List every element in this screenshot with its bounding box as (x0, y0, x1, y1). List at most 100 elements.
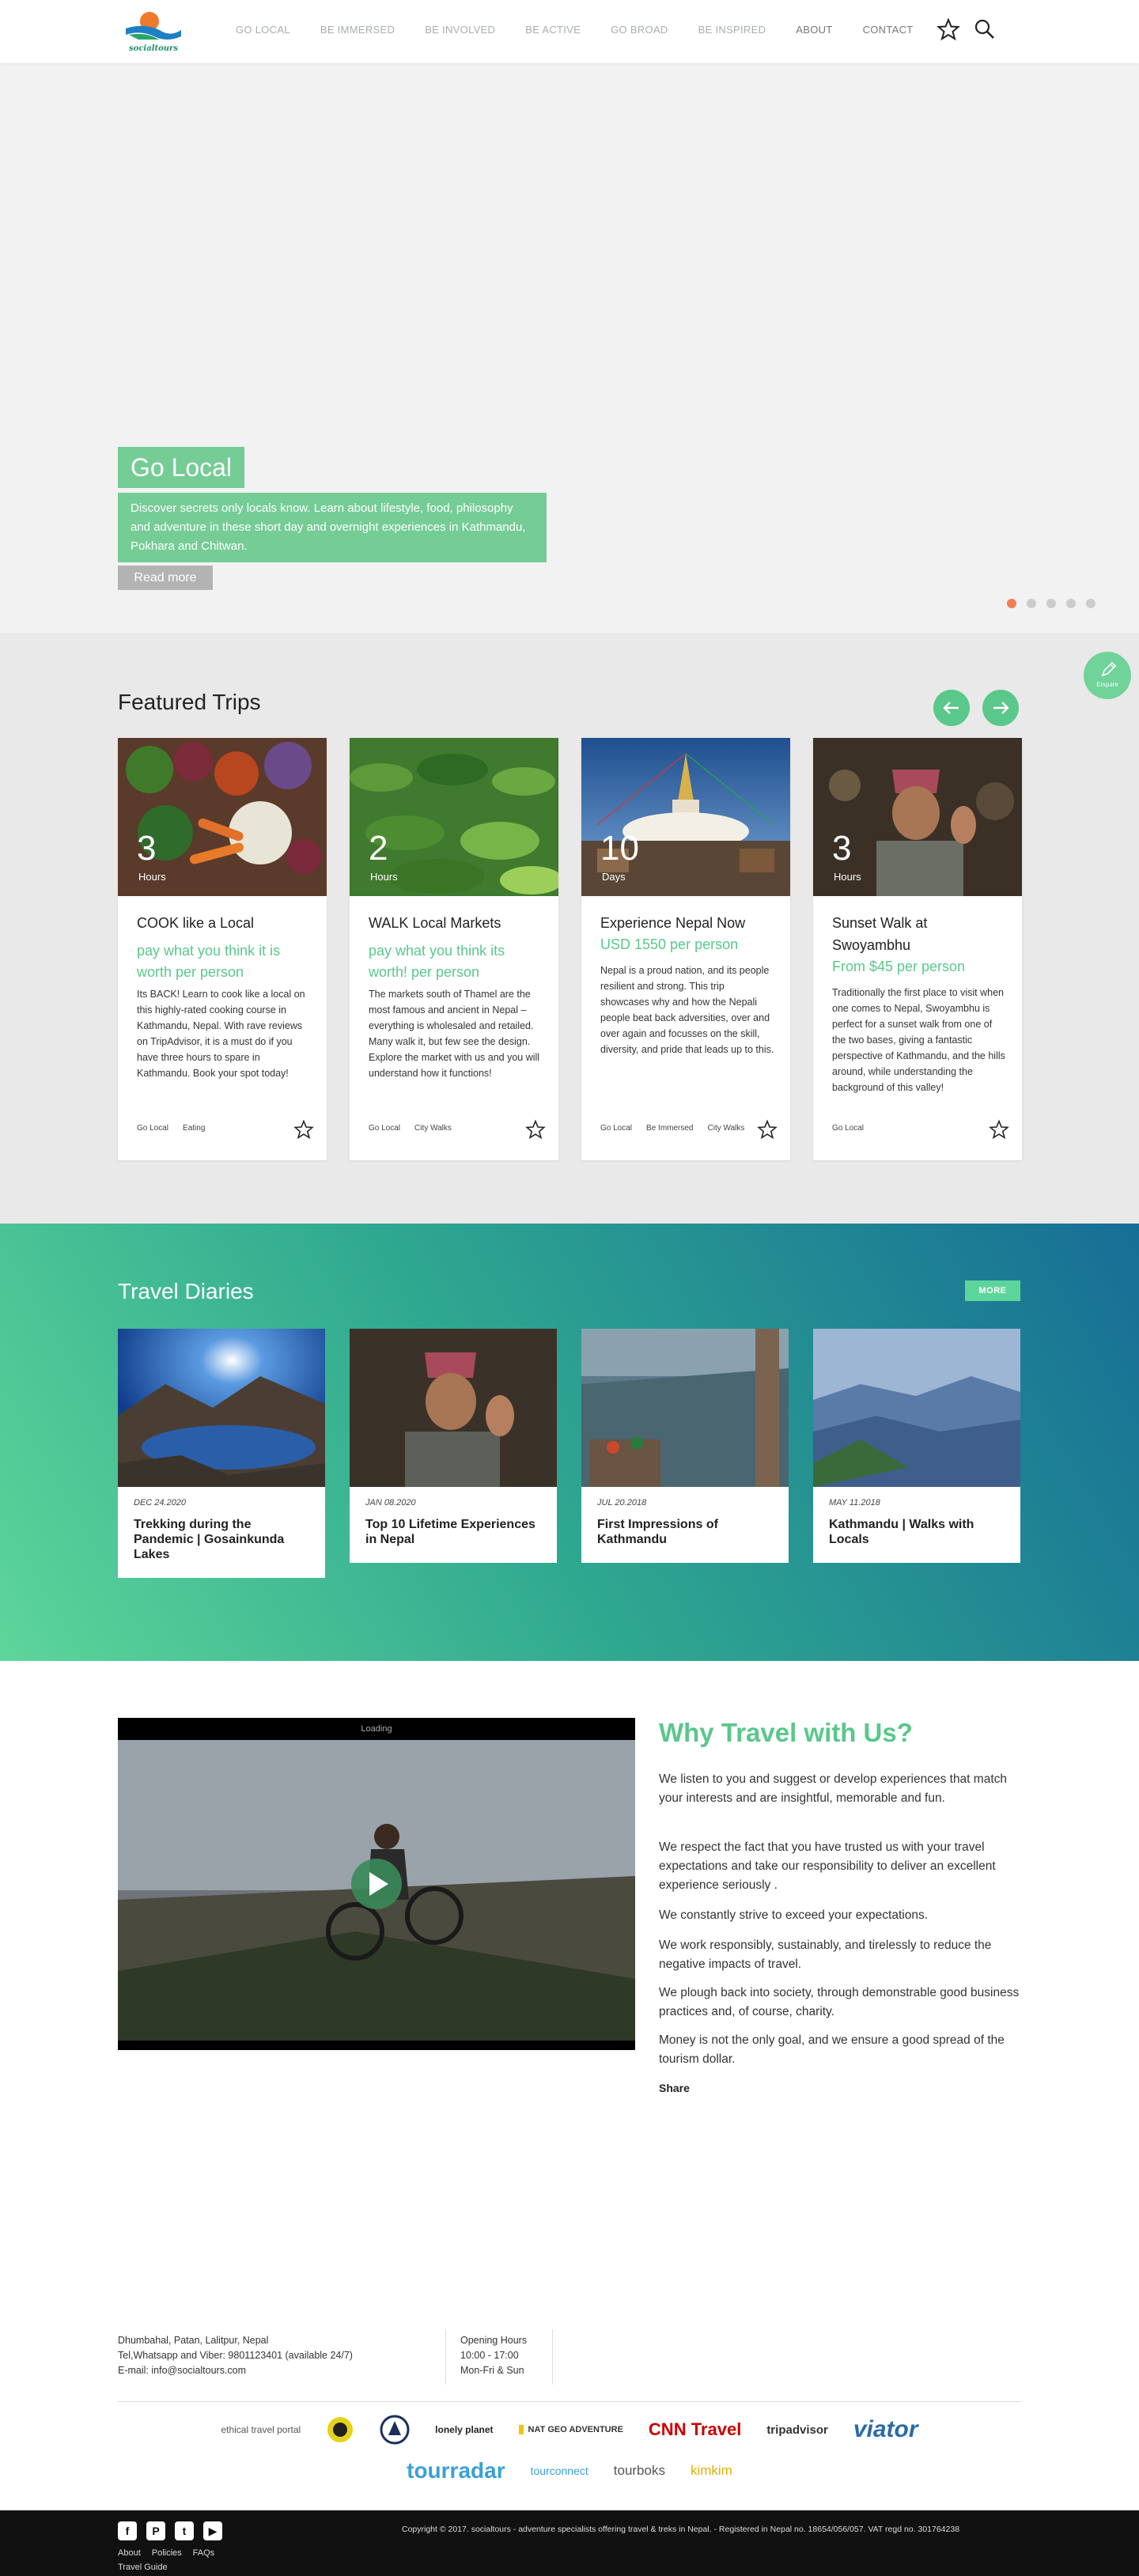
trip-description: Its BACK! Learn to cook like a local on … (137, 989, 305, 1079)
footer-phone: Tel,Whatsapp and Viber: 9801123401 (avai… (118, 2350, 353, 2361)
facebook-icon[interactable]: f (118, 2521, 137, 2540)
youtube-icon[interactable]: ▶ (203, 2521, 222, 2540)
video-frame-cyclist (118, 1740, 635, 2041)
partner-kimkim[interactable]: kimkim (691, 2463, 732, 2479)
trip-description: Traditionally the first place to visit w… (832, 987, 1005, 1093)
partner-viator[interactable]: viator (853, 2416, 918, 2443)
partner-lonely-planet[interactable]: lonely planet (435, 2424, 493, 2435)
trip-title[interactable]: Sunset Walk at Swoyambhu (832, 912, 1006, 956)
trip-description: Nepal is a proud nation, and its people … (600, 965, 774, 1055)
twitter-icon[interactable]: t (175, 2521, 194, 2540)
diary-date: MAY 11.2018 (829, 1498, 880, 1507)
search-icon[interactable] (973, 17, 997, 41)
partner-tourradar[interactable]: tourradar (407, 2458, 505, 2483)
next-arrow-button[interactable] (982, 690, 1019, 726)
nav-contact[interactable]: CONTACT (863, 24, 914, 36)
favorite-star-icon[interactable] (293, 1119, 314, 1140)
trip-tags: Go Local City Walks (369, 1124, 452, 1133)
star-icon[interactable] (937, 17, 960, 41)
footer-email[interactable]: E-mail: info@socialtours.com (118, 2363, 353, 2378)
footer-link-faqs[interactable]: FAQs (193, 2548, 215, 2558)
trip-tag[interactable]: Go Local (600, 1124, 632, 1133)
slider-dot-3[interactable] (1046, 599, 1056, 608)
trip-tag[interactable]: Go Local (832, 1124, 864, 1133)
footer-link-about[interactable]: About (118, 2548, 141, 2558)
trip-tag[interactable]: Go Local (137, 1124, 168, 1133)
trip-title[interactable]: COOK like a Local (137, 912, 311, 934)
trip-tag[interactable]: City Walks (414, 1124, 452, 1133)
hours-days: Mon-Fri & Sun (460, 2365, 524, 2376)
favorite-star-icon[interactable] (757, 1119, 778, 1140)
share-button[interactable]: Share (659, 2082, 690, 2094)
hero-read-more-button[interactable]: Read more (118, 566, 213, 590)
trip-duration-unit: Hours (138, 871, 166, 883)
trip-card[interactable]: 3 Hours COOK like a Local pay what you t… (118, 738, 327, 1160)
diary-date: JAN 08.2020 (365, 1498, 416, 1507)
nav-be-inspired[interactable]: BE INSPIRED (698, 24, 766, 36)
slider-dot-2[interactable] (1027, 599, 1036, 608)
prev-arrow-button[interactable] (933, 690, 970, 726)
why-travel-section: Loading Why Travel with Us? We listen to… (0, 1661, 1139, 2309)
trip-tag[interactable]: Be Immersed (646, 1124, 693, 1133)
partner-label: lonely planet (435, 2424, 494, 2435)
footer-link-policies[interactable]: Policies (152, 2548, 182, 2558)
nav-be-active[interactable]: BE ACTIVE (525, 24, 581, 36)
trip-card[interactable]: 10 Days Experience Nepal Now USD 1550 pe… (581, 738, 790, 1160)
partner-label: viator (853, 2416, 918, 2442)
copyright-text: Copyright © 2017. socialtours - adventur… (402, 2525, 960, 2534)
enquire-button[interactable]: Enquire (1084, 652, 1131, 699)
partner-badge-yellow[interactable] (326, 2415, 354, 2444)
slider-dot-4[interactable] (1066, 599, 1076, 608)
video-player[interactable]: Loading (118, 1718, 635, 2050)
partner-label: tripadvisor (766, 2423, 828, 2437)
hours-time: 10:00 - 17:00 (460, 2350, 519, 2361)
trip-price: pay what you think it is worth per perso… (137, 943, 281, 980)
diary-card[interactable]: MAY 11.2018 Kathmandu | Walks with Local… (813, 1329, 1020, 1563)
partner-natgeo[interactable]: NAT GEO ADVENTURE (518, 2425, 623, 2434)
footer-link-travel-guide[interactable]: Travel Guide (118, 2563, 168, 2572)
partner-badge-blue[interactable] (380, 2415, 410, 2445)
badge-icon (380, 2415, 410, 2445)
slider-dot-1[interactable] (1007, 599, 1016, 608)
nav-go-local[interactable]: GO LOCAL (236, 24, 290, 36)
diary-image-hills (813, 1329, 1020, 1487)
diary-card[interactable]: JUL 20.2018 First Impressions of Kathman… (581, 1329, 789, 1563)
nav-go-broad[interactable]: GO BROAD (611, 24, 668, 36)
trip-tag[interactable]: Eating (183, 1124, 205, 1133)
trip-tag[interactable]: City Walks (708, 1124, 745, 1133)
diary-title[interactable]: First Impressions of Kathmandu (597, 1517, 773, 1547)
arrow-left-icon (943, 702, 959, 714)
trip-duration-unit: Hours (370, 871, 398, 883)
trip-description: The markets south of Thamel are the most… (369, 989, 540, 1079)
trip-title[interactable]: WALK Local Markets (369, 912, 543, 934)
trip-tag[interactable]: Go Local (369, 1124, 400, 1133)
favorite-star-icon[interactable] (525, 1119, 546, 1140)
partner-tourboks[interactable]: tourboks (614, 2463, 665, 2479)
social-links: f P t ▶ (118, 2521, 222, 2540)
nav-about[interactable]: ABOUT (796, 24, 832, 36)
trip-card[interactable]: 3 Hours Sunset Walk at Swoyambhu From $4… (813, 738, 1022, 1160)
nav-be-involved[interactable]: BE INVOLVED (425, 24, 495, 36)
diary-card[interactable]: DEC 24.2020 Trekking during the Pandemic… (118, 1329, 325, 1578)
diary-title[interactable]: Kathmandu | Walks with Locals (829, 1517, 1005, 1547)
trip-title[interactable]: Experience Nepal Now (600, 912, 774, 934)
diary-title[interactable]: Top 10 Lifetime Experiences in Nepal (365, 1517, 541, 1547)
why-paragraph: We listen to you and suggest or develop … (659, 1772, 1008, 1805)
diary-image-lake (118, 1329, 325, 1487)
partner-cnn-travel[interactable]: CNN Travel (649, 2419, 741, 2440)
diary-card[interactable]: JAN 08.2020 Top 10 Lifetime Experiences … (350, 1329, 557, 1563)
trip-price: pay what you think its worth! per person (369, 943, 505, 980)
partner-ethical-travel-portal[interactable]: ethical travel portal (221, 2424, 301, 2435)
site-logo[interactable]: socialtours (123, 8, 184, 55)
diary-title[interactable]: Trekking during the Pandemic | Gosainkun… (134, 1517, 309, 1562)
partner-tourconnect[interactable]: tourconnect (531, 2464, 588, 2477)
trip-card[interactable]: 2 Hours WALK Local Markets pay what you … (350, 738, 558, 1160)
pinterest-icon[interactable]: P (146, 2521, 165, 2540)
enquire-label: Enquire (1096, 681, 1118, 688)
diaries-more-button[interactable]: MORE (965, 1280, 1020, 1301)
partner-tripadvisor[interactable]: tripadvisor (766, 2423, 828, 2437)
nav-be-immersed[interactable]: BE IMMERSED (320, 24, 395, 36)
why-paragraph: Money is not the only goal, and we ensur… (659, 2033, 1005, 2066)
favorite-star-icon[interactable] (989, 1119, 1009, 1140)
slider-dot-5[interactable] (1086, 599, 1095, 608)
